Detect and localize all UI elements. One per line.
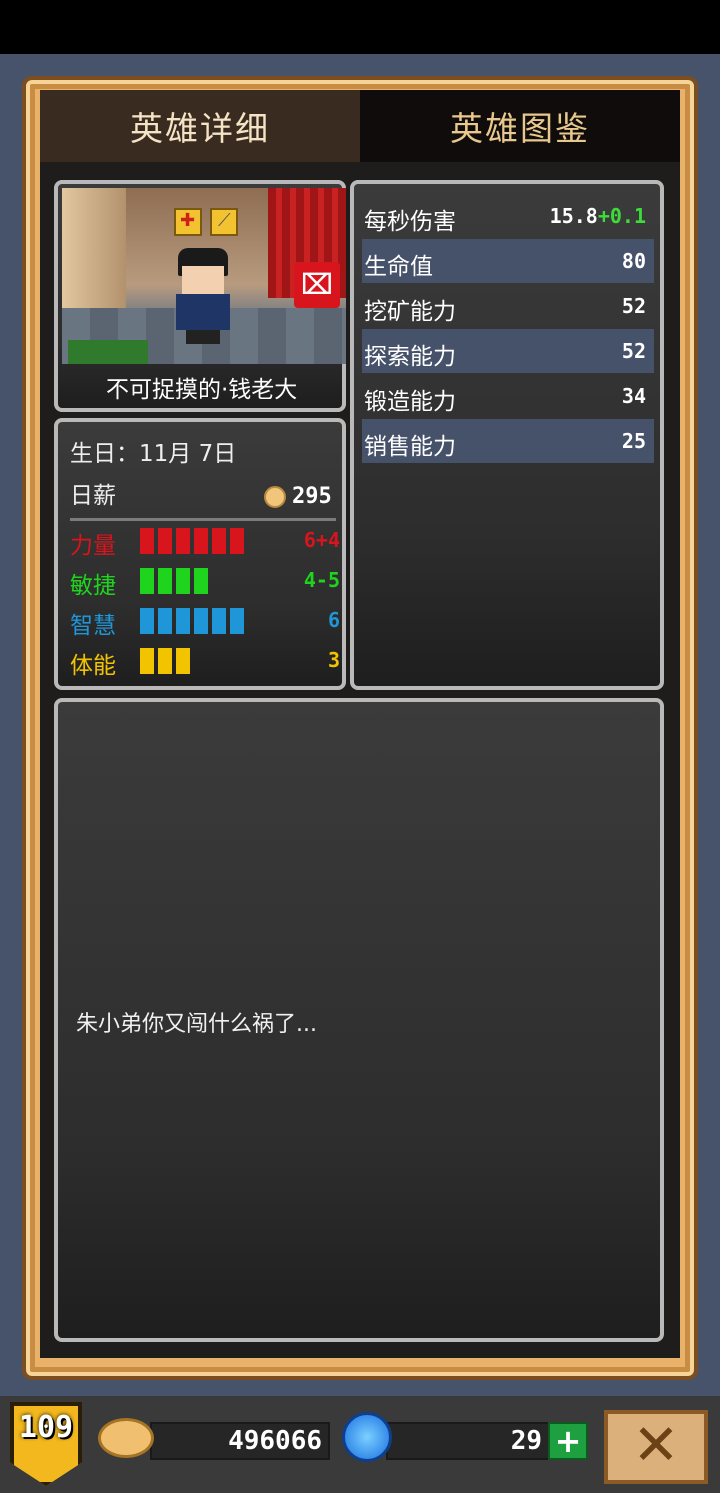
hero-sprite — [172, 248, 234, 344]
attribute-bar-segment — [140, 648, 154, 674]
salary-value: 295 — [292, 484, 332, 509]
attribute-bar-segment — [158, 648, 172, 674]
attribute-label: 智慧 — [70, 613, 116, 639]
scene-pillar — [62, 188, 126, 328]
attribute-bars — [140, 568, 208, 594]
attribute-bar-segment — [158, 608, 172, 634]
stat-value: 80 — [622, 249, 646, 273]
stat-value-main: 34 — [621, 384, 646, 408]
scene-grass — [68, 340, 148, 364]
stat-label: 每秒伤害 — [364, 209, 456, 235]
attribute-bar-segment — [194, 528, 208, 554]
status-bar — [0, 0, 720, 54]
gem-icon — [342, 1412, 392, 1462]
attribute-bar-segment — [140, 528, 154, 554]
attribute-bar-segment — [158, 568, 172, 594]
attribute-bar-segment — [176, 528, 190, 554]
coin-icon — [264, 486, 286, 508]
attribute-bar-segment — [230, 608, 244, 634]
attribute-bars — [140, 528, 244, 554]
stat-label: 探索能力 — [364, 344, 456, 370]
stat-value-main: 52 — [621, 339, 646, 363]
hero-description-panel: 朱小弟你又闯什么祸了... — [54, 698, 664, 1342]
close-button[interactable]: ✕ — [604, 1410, 708, 1484]
attribute-bar-segment — [212, 528, 226, 554]
stat-row: 锻造能力 34 — [362, 374, 654, 418]
trait-icon[interactable]: ⌧ — [294, 262, 340, 308]
stat-value-main: 15.8 — [549, 204, 598, 228]
attribute-bar-segment — [212, 608, 226, 634]
tab-hero-atlas[interactable]: 英雄图鉴 — [360, 90, 680, 162]
attribute-value: 6 — [327, 608, 340, 632]
attribute-value: 6+4 — [303, 528, 340, 552]
attribute-bar-segment — [140, 568, 154, 594]
attribute-label: 体能 — [70, 653, 116, 679]
stat-value: 15.8+0.1 — [550, 204, 646, 228]
attribute-row: 智慧 6 — [70, 604, 340, 640]
salary-label: 日薪 — [70, 483, 116, 509]
stat-value-bonus: +0.1 — [597, 204, 646, 228]
stat-label: 锻造能力 — [364, 389, 456, 415]
divider — [70, 518, 336, 521]
attribute-bar-segment — [176, 648, 190, 674]
skill-badge-icon — [174, 208, 202, 236]
attribute-row: 力量 6+4 — [70, 524, 340, 560]
tab-hero-detail[interactable]: 英雄详细 — [40, 90, 360, 162]
stat-value-main: 52 — [621, 294, 646, 318]
stat-label: 销售能力 — [364, 434, 456, 460]
attribute-label: 敏捷 — [70, 573, 116, 599]
hero-stats-panel: 每秒伤害 15.8+0.1 生命值 80 挖矿能力 52 探索能力 52 锻造能力 34 销售能力 2… — [350, 180, 664, 690]
attribute-value: 4-5 — [303, 568, 340, 592]
stat-label: 挖矿能力 — [364, 299, 456, 325]
hero-description: 朱小弟你又闯什么祸了... — [76, 1012, 317, 1037]
attribute-bar-segment — [158, 528, 172, 554]
stat-value: 25 — [622, 429, 646, 453]
attribute-row: 体能 3 — [70, 644, 340, 680]
stat-value: 52 — [622, 294, 646, 318]
stat-row: 挖矿能力 52 — [362, 284, 654, 328]
player-level: 109 — [18, 1410, 74, 1445]
gem-value: 29 — [510, 1426, 542, 1456]
attribute-bar-segment — [230, 528, 244, 554]
stat-label: 生命值 — [364, 254, 433, 280]
attribute-bars — [140, 608, 244, 634]
stat-value: 52 — [622, 339, 646, 363]
stat-value-main: 80 — [621, 249, 646, 273]
birthday: 生日：11月 7日 — [70, 441, 237, 467]
hero-name: 不可捉摸的·钱老大 — [106, 377, 298, 403]
attribute-bar-segment — [194, 608, 208, 634]
attribute-bar-segment — [194, 568, 208, 594]
attribute-label: 力量 — [70, 533, 116, 559]
stat-row: 每秒伤害 15.8+0.1 — [362, 194, 654, 238]
stat-value: 34 — [622, 384, 646, 408]
stat-value-main: 25 — [621, 429, 646, 453]
add-gems-button[interactable]: + — [548, 1422, 588, 1460]
hero-portrait-panel: ⌧ 不可捉摸的·钱老大 — [54, 180, 346, 412]
attribute-bar-segment — [140, 608, 154, 634]
attribute-bars — [140, 648, 190, 674]
attribute-value: 3 — [327, 648, 340, 672]
attribute-row: 敏捷 4-5 — [70, 564, 340, 600]
attribute-bar-segment — [176, 608, 190, 634]
hero-attributes-panel: 生日：11月 7日 日薪 295 力量 6+4 敏捷 4-5 智慧 6 体能 3 — [54, 418, 346, 690]
stat-row: 销售能力 25 — [362, 419, 654, 463]
gold-coin-icon — [98, 1418, 154, 1458]
weapon-badge-icon — [210, 208, 238, 236]
hero-portrait-scene: ⌧ — [62, 188, 346, 364]
gold-value: 496066 — [228, 1426, 322, 1456]
stat-row: 生命值 80 — [362, 239, 654, 283]
stat-row: 探索能力 52 — [362, 329, 654, 373]
attribute-bar-segment — [176, 568, 190, 594]
